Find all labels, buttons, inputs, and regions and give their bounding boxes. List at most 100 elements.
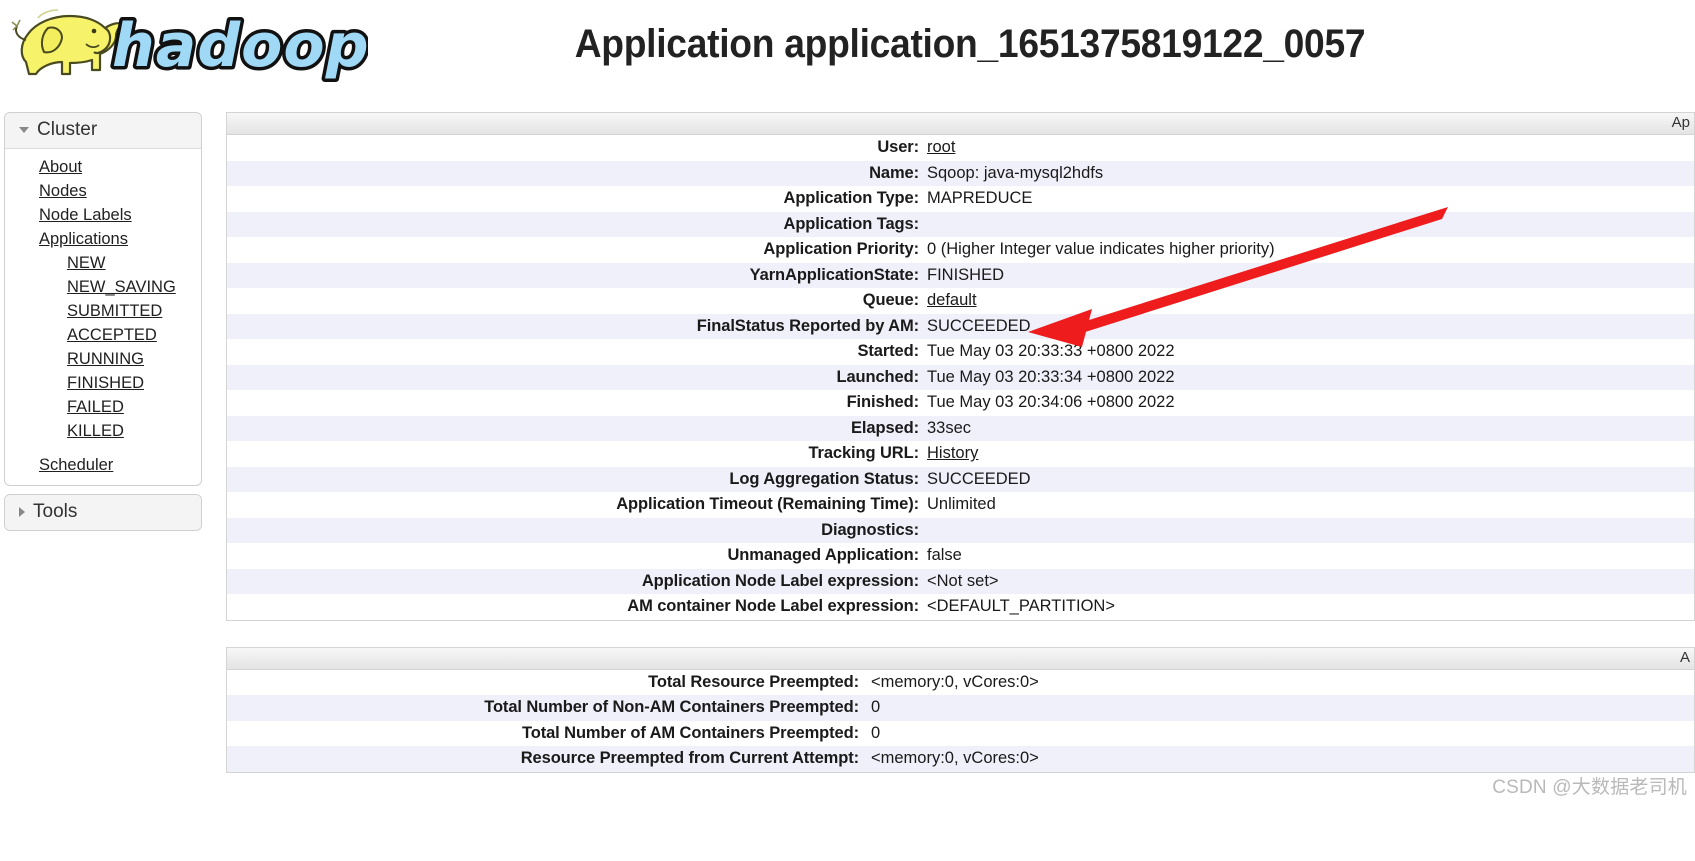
row-value: Sqoop: java-mysql2hdfs	[927, 163, 1104, 182]
row-value: <memory:0, vCores:0>	[871, 749, 1039, 768]
row-label: Total Resource Preempted:	[648, 672, 859, 691]
page-header: hadoop hadoop Application application_16…	[0, 0, 1695, 100]
preemption-table-caption: A	[227, 647, 1694, 670]
table-row: Launched: Tue May 03 20:33:34 +0800 2022	[227, 364, 1694, 390]
row-value: Tue May 03 20:33:33 +0800 2022	[927, 342, 1175, 361]
sidebar-item-state-new-saving[interactable]: NEW_SAVING	[5, 275, 201, 299]
row-label: Application Timeout (Remaining Time):	[616, 495, 919, 514]
row-label: AM container Node Label expression:	[627, 597, 919, 616]
row-label: Application Priority:	[763, 240, 919, 259]
table-row: Elapsed: 33sec	[227, 415, 1694, 441]
row-label: Queue:	[862, 291, 919, 310]
main-content: Ap User: root Name: Sqoop: java-mysql2hd…	[226, 112, 1695, 799]
row-value: false	[927, 546, 962, 565]
application-overview-table: Ap User: root Name: Sqoop: java-mysql2hd…	[226, 112, 1695, 621]
row-value: 0	[871, 698, 881, 717]
row-value: 0 (Higher Integer value indicates higher…	[927, 240, 1275, 259]
sidebar-item-state-accepted[interactable]: ACCEPTED	[5, 323, 201, 347]
tracking-url-link[interactable]: History	[927, 444, 978, 462]
queue-link[interactable]: default	[927, 291, 977, 309]
table-row: YarnApplicationState: FINISHED	[227, 262, 1694, 288]
row-label: Application Node Label expression:	[641, 571, 919, 590]
row-label: Elapsed:	[851, 418, 919, 437]
sidebar-item-state-new[interactable]: NEW	[5, 251, 201, 275]
row-value: SUCCEEDED	[927, 469, 1031, 488]
row-value: <Not set>	[927, 571, 999, 590]
sidebar-item-state-submitted[interactable]: SUBMITTED	[5, 299, 201, 323]
row-value: Unlimited	[927, 495, 996, 514]
row-label: Total Number of AM Containers Preempted:	[521, 723, 859, 742]
table-row: Application Priority: 0 (Higher Integer …	[227, 237, 1694, 263]
table-row: Log Aggregation Status: SUCCEEDED	[227, 466, 1694, 492]
sidebar-item-scheduler[interactable]: Scheduler	[5, 453, 201, 477]
row-label: Tracking URL:	[808, 444, 919, 463]
sidebar-item-state-running[interactable]: RUNNING	[5, 347, 201, 371]
preemption-table-rows: Total Resource Preempted: <memory:0, vCo…	[227, 669, 1694, 772]
svg-text:hadoop: hadoop	[112, 11, 368, 81]
table-row: AM container Node Label expression: <DEF…	[227, 594, 1694, 620]
sidebar-item-state-finished[interactable]: FINISHED	[5, 371, 201, 395]
row-value: MAPREDUCE	[927, 189, 1033, 208]
row-label: Diagnostics:	[821, 520, 919, 539]
row-value: <memory:0, vCores:0>	[871, 672, 1039, 691]
row-value: 33sec	[927, 418, 972, 437]
sidebar-divider	[5, 443, 201, 453]
row-label: Application Type:	[783, 189, 920, 208]
sidebar-item-nodes[interactable]: Nodes	[5, 179, 201, 203]
hadoop-yarn-application-page: hadoop hadoop Application application_16…	[0, 0, 1695, 861]
sidebar-panel-cluster: Cluster About Nodes Node Labels Applicat…	[4, 112, 202, 486]
csdn-watermark: CSDN @大数据老司机	[1492, 777, 1687, 798]
table-row: Application Type: MAPREDUCE	[227, 186, 1694, 212]
table-row: Total Number of Non-AM Containers Preemp…	[227, 695, 1694, 721]
overview-table-rows: User: root Name: Sqoop: java-mysql2hdfs …	[227, 135, 1694, 620]
row-value: default	[927, 291, 1694, 310]
row-value: <DEFAULT_PARTITION>	[927, 597, 1115, 616]
sidebar-item-applications[interactable]: Applications	[5, 227, 201, 251]
sidebar-item-about[interactable]: About	[5, 155, 201, 179]
row-value: 0	[871, 723, 881, 742]
row-value: Tue May 03 20:34:06 +0800 2022	[927, 393, 1175, 412]
row-label: Finished:	[846, 393, 920, 412]
overview-table-caption: Ap	[227, 113, 1694, 135]
hadoop-logo-icon[interactable]: hadoop hadoop	[8, 4, 368, 92]
chevron-down-icon[interactable]	[19, 127, 29, 133]
final-status-value: SUCCEEDED	[927, 316, 1031, 335]
user-link[interactable]: root	[927, 138, 955, 156]
row-label: User:	[877, 138, 919, 157]
table-row: Tracking URL: History	[227, 441, 1694, 467]
sidebar-item-state-failed[interactable]: FAILED	[5, 395, 201, 419]
table-row: Finished: Tue May 03 20:34:06 +0800 2022	[227, 390, 1694, 416]
table-row: Total Number of AM Containers Preempted:…	[227, 720, 1694, 746]
table-row: Diagnostics:	[227, 517, 1694, 543]
table-row: FinalStatus Reported by AM: SUCCEEDED	[227, 313, 1694, 339]
row-label: Total Number of Non-AM Containers Preemp…	[484, 698, 859, 717]
row-label: Application Tags:	[783, 214, 920, 233]
row-label: Unmanaged Application:	[727, 546, 919, 565]
row-label: Log Aggregation Status:	[729, 469, 919, 488]
sidebar-tools-header[interactable]: Tools	[5, 495, 201, 530]
table-row: Queue: default	[227, 288, 1694, 314]
application-preemption-table: A Total Resource Preempted: <memory:0, v…	[226, 646, 1695, 773]
chevron-right-icon[interactable]	[19, 507, 25, 517]
table-row: Application Node Label expression: <Not …	[227, 568, 1694, 594]
table-row: Resource Preempted from Current Attempt:…	[227, 746, 1694, 772]
table-row: User: root	[227, 135, 1694, 161]
row-label: Resource Preempted from Current Attempt:	[520, 749, 859, 768]
row-value: Tue May 03 20:33:34 +0800 2022	[927, 367, 1175, 386]
sidebar-item-state-killed[interactable]: KILLED	[5, 419, 201, 443]
table-row: Total Resource Preempted: <memory:0, vCo…	[227, 669, 1694, 695]
row-label: Launched:	[836, 367, 919, 386]
sidebar-item-node-labels[interactable]: Node Labels	[5, 203, 201, 227]
table-row: Name: Sqoop: java-mysql2hdfs	[227, 160, 1694, 186]
page-title: Application application_1651375819122_00…	[574, 22, 1366, 66]
sidebar-tools-label: Tools	[33, 501, 78, 522]
sidebar-cluster-header[interactable]: Cluster	[5, 113, 201, 149]
table-row: Application Tags:	[227, 211, 1694, 237]
row-label: Started:	[857, 342, 919, 361]
row-label: FinalStatus Reported by AM:	[696, 316, 919, 335]
row-label: YarnApplicationState:	[749, 265, 919, 284]
sidebar: Cluster About Nodes Node Labels Applicat…	[4, 112, 202, 539]
sidebar-panel-tools: Tools	[4, 494, 202, 531]
row-value: History	[927, 444, 1694, 463]
table-row: Application Timeout (Remaining Time): Un…	[227, 492, 1694, 518]
